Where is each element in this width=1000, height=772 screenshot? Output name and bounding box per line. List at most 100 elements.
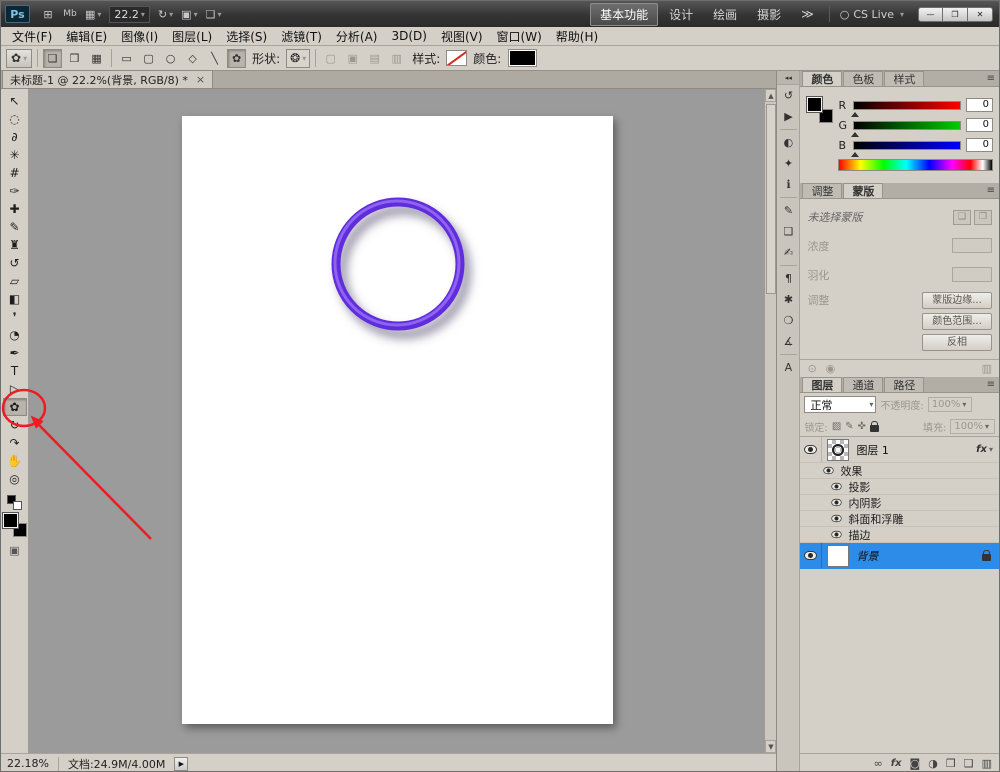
blur-tool[interactable]: ❜ xyxy=(3,308,27,326)
tab-swatches[interactable]: 色板 xyxy=(843,71,883,86)
workspace-photography-button[interactable]: 摄影 xyxy=(748,4,790,25)
type-tool[interactable]: T xyxy=(3,362,27,380)
menu-edit[interactable]: 编辑(E) xyxy=(59,28,114,45)
custom-shape-tool-option-button[interactable]: ✿ xyxy=(227,49,246,68)
character-panel-icon[interactable]: A xyxy=(778,357,799,378)
tab-paths[interactable]: 路径 xyxy=(884,377,924,392)
shape-color-swatch[interactable] xyxy=(509,50,536,66)
menu-analysis[interactable]: 分析(A) xyxy=(329,28,385,45)
document-close-icon[interactable]: × xyxy=(196,73,205,86)
disable-mask-icon[interactable]: ◉ xyxy=(826,362,836,375)
status-options-arrow[interactable]: ▶ xyxy=(174,757,188,771)
zoom-tool[interactable]: ◎ xyxy=(3,470,27,488)
path-selection-tool[interactable]: ▷ xyxy=(3,380,27,398)
opacity-field[interactable]: 100% xyxy=(928,397,973,412)
workspace-essentials-button[interactable]: 基本功能 xyxy=(590,3,658,26)
arrange-documents-icon[interactable]: ▣ xyxy=(178,4,200,24)
new-layer-icon[interactable]: ❑ xyxy=(964,757,974,770)
effects-header-row[interactable]: 效果 xyxy=(800,463,999,479)
history-panel-icon[interactable]: ↺ xyxy=(778,85,799,106)
document-tab[interactable]: 未标题-1 @ 22.2%(背景, RGB/8) * × xyxy=(2,70,213,88)
scroll-up-icon[interactable]: ▲ xyxy=(765,89,776,102)
mask-edge-button[interactable]: 蒙版边缘... xyxy=(922,292,992,309)
blend-mode-select[interactable]: 正常 xyxy=(804,396,876,413)
layer-row-layer1[interactable]: 图层 1 fx xyxy=(800,437,999,463)
cs-live-button[interactable]: ○ CS Live xyxy=(836,8,908,21)
lock-image-icon[interactable]: ✎ xyxy=(845,421,853,432)
intersect-shape-area-button[interactable]: ▤ xyxy=(365,49,384,68)
invert-button[interactable]: 反相 xyxy=(922,334,992,351)
quick-selection-tool[interactable]: ✳ xyxy=(3,146,27,164)
measurement-panel-icon[interactable]: ∡ xyxy=(778,331,799,352)
background-thumbnail[interactable] xyxy=(827,545,849,567)
gradient-tool[interactable]: ◧ xyxy=(3,290,27,308)
delete-layer-icon[interactable]: ▥ xyxy=(982,757,992,770)
zoom-level-box[interactable]: 22.2 xyxy=(109,6,150,23)
dodge-tool[interactable]: ◔ xyxy=(3,326,27,344)
blue-value-field[interactable]: 0 xyxy=(966,138,993,152)
red-slider[interactable] xyxy=(853,101,961,110)
vertical-scrollbar[interactable]: ▲ ▼ xyxy=(764,89,776,753)
history-brush-tool[interactable]: ↺ xyxy=(3,254,27,272)
screen-mode-icon[interactable]: ❏ xyxy=(203,4,225,24)
lock-all-icon[interactable] xyxy=(870,425,879,432)
fill-pixels-mode-button[interactable]: ▦ xyxy=(87,49,106,68)
brush-panel-icon[interactable]: ✎ xyxy=(778,200,799,221)
foreground-color-swatch[interactable] xyxy=(3,513,18,528)
line-tool-button[interactable]: ╲ xyxy=(205,49,224,68)
minimize-button[interactable]: — xyxy=(918,7,943,22)
layer-effects-badge[interactable]: fx xyxy=(976,444,999,455)
foreground-swatch[interactable] xyxy=(807,97,822,112)
effect-row-inner-shadow[interactable]: 内阴影 xyxy=(800,495,999,511)
eyedropper-tool[interactable]: ✑ xyxy=(3,182,27,200)
rotate-view-icon[interactable]: ↻ xyxy=(155,4,176,24)
workspace-overflow-button[interactable]: ≫ xyxy=(792,5,823,23)
tool-preset-picker[interactable]: ✿ xyxy=(6,49,32,68)
effect-row-stroke[interactable]: 描边 xyxy=(800,527,999,543)
3d-roll-tool[interactable]: ↷ xyxy=(3,434,27,452)
brush-tool[interactable]: ✎ xyxy=(3,218,27,236)
canvas-page[interactable] xyxy=(182,116,613,724)
eye-icon[interactable] xyxy=(832,483,842,490)
menu-select[interactable]: 选择(S) xyxy=(219,28,274,45)
eye-icon[interactable] xyxy=(832,499,842,506)
panel-menu-icon[interactable]: ≡ xyxy=(987,185,995,196)
info-panel-icon[interactable]: ℹ xyxy=(778,174,799,195)
red-value-field[interactable]: 0 xyxy=(966,98,993,112)
new-group-icon[interactable]: ❒ xyxy=(946,757,956,770)
custom-shape-tool[interactable]: ✿ xyxy=(3,398,27,416)
layer1-thumbnail[interactable] xyxy=(827,439,849,461)
scroll-down-icon[interactable]: ▼ xyxy=(765,740,776,753)
healing-brush-tool[interactable]: ✚ xyxy=(3,200,27,218)
eye-icon[interactable] xyxy=(824,467,834,474)
default-colors-icon[interactable] xyxy=(7,495,22,510)
3d-rotate-tool[interactable]: ↻ xyxy=(3,416,27,434)
green-value-field[interactable]: 0 xyxy=(966,118,993,132)
elliptical-marquee-tool[interactable]: ◌ xyxy=(3,110,27,128)
crop-tool[interactable]: # xyxy=(3,164,27,182)
eye-icon[interactable] xyxy=(832,531,842,538)
move-tool[interactable]: ↖ xyxy=(3,92,27,110)
notes-panel-icon[interactable]: ✍ xyxy=(778,242,799,263)
blue-slider-handle[interactable] xyxy=(851,148,859,157)
new-adjustment-layer-icon[interactable]: ◑ xyxy=(928,757,938,770)
ellipse-tool-button[interactable]: ○ xyxy=(161,49,180,68)
style-swatch[interactable] xyxy=(446,50,467,66)
bridge-icon[interactable]: ⊞ xyxy=(38,4,58,24)
workspace-design-button[interactable]: 设计 xyxy=(660,4,702,25)
tool-presets-panel-icon[interactable]: ✱ xyxy=(778,289,799,310)
adjustments-panel-icon[interactable]: ◐ xyxy=(778,132,799,153)
delete-mask-icon[interactable]: ▥ xyxy=(982,362,992,375)
tab-layers[interactable]: 图层 xyxy=(802,377,842,392)
tab-styles[interactable]: 样式 xyxy=(884,71,924,86)
shape-layers-mode-button[interactable]: ❏ xyxy=(43,49,62,68)
layer1-name[interactable]: 图层 1 xyxy=(856,442,889,458)
lock-position-icon[interactable]: ✜ xyxy=(858,421,866,432)
add-layer-style-icon[interactable]: fx xyxy=(891,758,902,769)
workspace-painting-button[interactable]: 绘画 xyxy=(704,4,746,25)
clone-source-panel-icon[interactable]: ❏ xyxy=(778,221,799,242)
scrollbar-thumb[interactable] xyxy=(766,104,776,294)
add-shape-area-button[interactable]: ▢ xyxy=(321,49,340,68)
eraser-tool[interactable]: ▱ xyxy=(3,272,27,290)
rounded-rectangle-tool-button[interactable]: ▢ xyxy=(139,49,158,68)
